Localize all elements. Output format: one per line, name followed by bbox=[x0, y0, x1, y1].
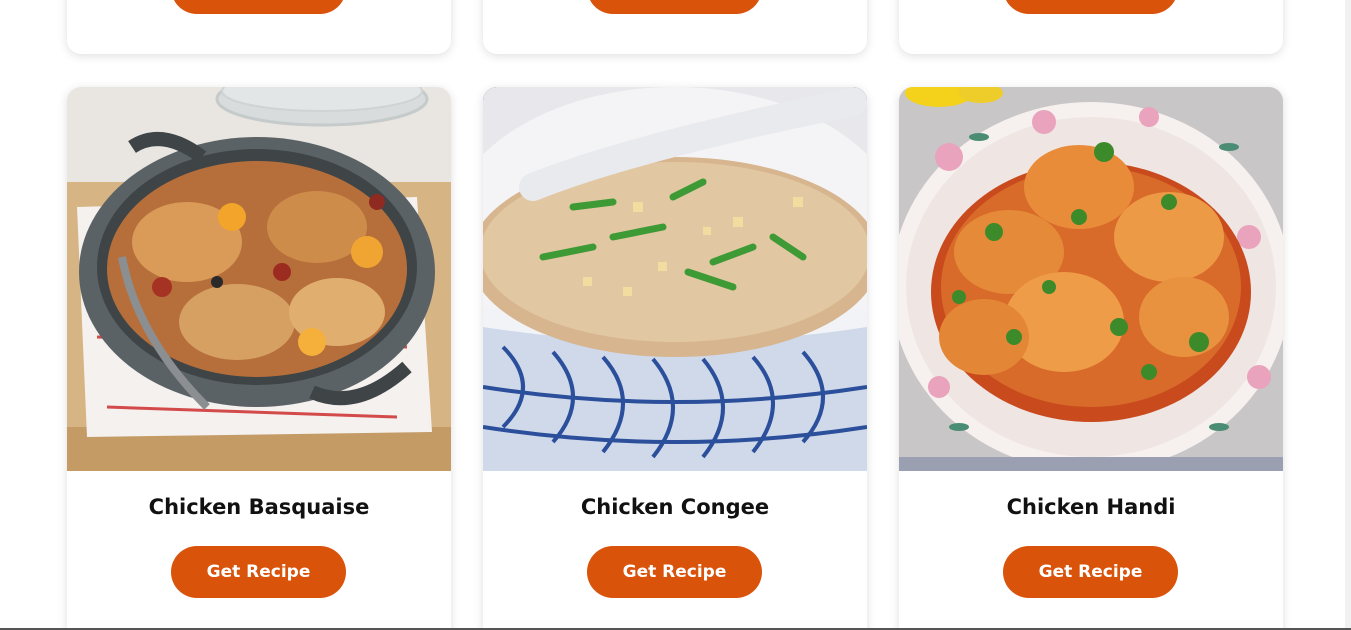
recipe-card-chicken-congee: Chicken Congee Get Recipe bbox=[483, 87, 867, 630]
recipe-photo bbox=[483, 87, 867, 471]
scrollbar[interactable] bbox=[1345, 0, 1351, 630]
get-recipe-button[interactable] bbox=[587, 0, 762, 14]
get-recipe-button[interactable] bbox=[1003, 0, 1178, 14]
get-recipe-button[interactable]: Get Recipe bbox=[587, 546, 762, 598]
recipe-card-chicken-handi: Chicken Handi Get Recipe bbox=[899, 87, 1283, 630]
recipe-card bbox=[899, 0, 1283, 54]
get-recipe-button[interactable] bbox=[171, 0, 346, 14]
recipe-card-chicken-basquaise: Chicken Basquaise Get Recipe bbox=[67, 87, 451, 630]
recipe-photo bbox=[67, 87, 451, 471]
recipe-title: Chicken Basquaise bbox=[148, 495, 370, 519]
recipe-card bbox=[67, 0, 451, 54]
recipe-title: Chicken Congee bbox=[580, 495, 770, 519]
recipe-grid-page: Chicken Basquaise Get Recipe Chicken Con… bbox=[0, 0, 1351, 630]
recipe-card bbox=[483, 0, 867, 54]
recipe-title: Chicken Handi bbox=[1006, 495, 1176, 519]
get-recipe-button[interactable]: Get Recipe bbox=[171, 546, 346, 598]
recipe-photo bbox=[899, 87, 1283, 471]
get-recipe-button[interactable]: Get Recipe bbox=[1003, 546, 1178, 598]
